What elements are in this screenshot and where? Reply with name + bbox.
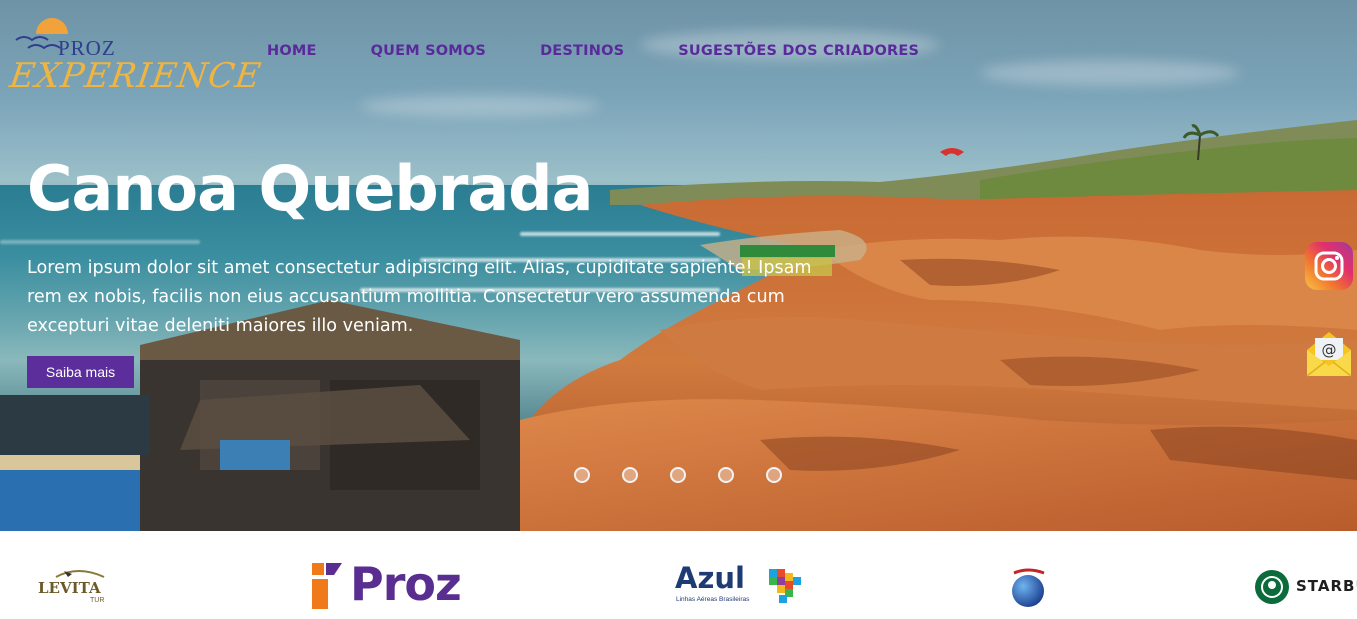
slider-dot[interactable]	[766, 467, 782, 483]
nav-home[interactable]: HOME	[267, 43, 317, 59]
azul-name: Azul	[675, 561, 745, 595]
logo[interactable]: PROZ EXPERIENCE	[7, 16, 264, 106]
nav-destinos[interactable]: DESTINOS	[540, 43, 624, 59]
levita-sub: TUR	[90, 597, 105, 604]
proz-mark-icon	[312, 563, 342, 609]
proz-name: Proz	[350, 557, 462, 611]
azul-logo[interactable]: Azul Linhas Aéreas Brasileiras	[675, 561, 805, 611]
azul-map-icon	[769, 569, 801, 603]
starbucks-logo[interactable]: STARBU	[1254, 569, 1357, 605]
hero-title: Canoa Quebrada	[27, 152, 593, 225]
starbucks-name: STARBU	[1296, 577, 1357, 595]
email-icon[interactable]: @	[1305, 328, 1353, 378]
hero-description: Lorem ipsum dolor sit amet consectetur a…	[27, 258, 812, 336]
logo-text-experience: EXPERIENCE	[7, 56, 264, 96]
levita-name: LEVITA	[38, 579, 101, 597]
globe-icon	[1012, 568, 1045, 607]
slider-dot[interactable]	[574, 467, 590, 483]
svg-text:@: @	[1322, 341, 1337, 359]
azul-sub: Linhas Aéreas Brasileiras	[676, 596, 750, 603]
levita-tur-logo[interactable]: LEVITA TUR	[38, 565, 118, 609]
saiba-mais-button[interactable]: Saiba mais	[27, 356, 134, 388]
instagram-icon[interactable]	[1305, 242, 1353, 290]
slider-dot[interactable]	[718, 467, 734, 483]
proz-logo[interactable]: Proz	[310, 557, 480, 613]
partners-strip: LEVITA TUR Proz Azul Linhas Aéreas Brasi…	[0, 531, 1357, 619]
hero-banner: PROZ EXPERIENCE HOME QUEM SOMOS DESTINOS…	[0, 0, 1357, 531]
nav-quem-somos[interactable]: QUEM SOMOS	[371, 43, 486, 59]
main-nav: HOME QUEM SOMOS DESTINOS SUGESTÕES DOS C…	[267, 43, 973, 59]
rock-in-rio-logo[interactable]	[1006, 567, 1050, 609]
slider-dots	[574, 467, 782, 483]
slider-dot[interactable]	[622, 467, 638, 483]
slider-dot[interactable]	[670, 467, 686, 483]
starbucks-siren-icon	[1255, 570, 1289, 604]
nav-sugestoes[interactable]: SUGESTÕES DOS CRIADORES	[678, 43, 919, 59]
